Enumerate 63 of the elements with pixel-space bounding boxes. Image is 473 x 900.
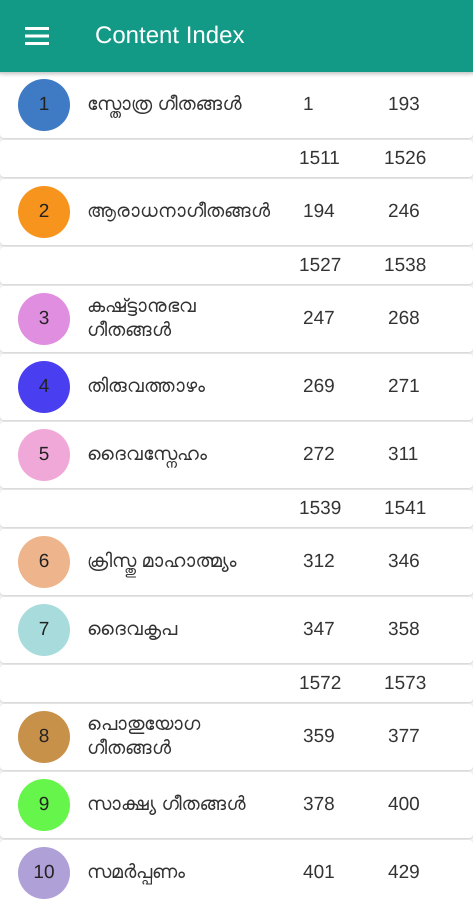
- start-number: 1527: [299, 254, 342, 276]
- number-badge: 6: [18, 536, 70, 588]
- category-row[interactable]: 5 ദൈവസ്നേഹം 272 311: [0, 422, 473, 488]
- end-number: 400: [388, 794, 421, 816]
- category-title: കഷ്ട്ടാനുഭവ ഗീതങ്ങൾ: [87, 295, 197, 343]
- number-badge: 4: [18, 361, 70, 413]
- end-number: 377: [388, 726, 421, 748]
- start-number: 401: [303, 862, 336, 884]
- start-number: 359: [303, 726, 336, 748]
- range-row[interactable]: 1527 1538: [0, 247, 473, 284]
- category-title: തിരുവത്താഴം: [87, 375, 206, 399]
- end-number: 429: [388, 862, 421, 884]
- category-title: ദൈവകൃപ: [87, 618, 178, 642]
- category-title: സാക്ഷ്യ ഗീതങ്ങൾ: [87, 793, 246, 817]
- start-number: 194: [303, 201, 336, 223]
- start-number: 269: [303, 376, 336, 398]
- end-number: 246: [388, 201, 421, 223]
- start-number: 1: [303, 94, 315, 116]
- start-number: 1572: [299, 672, 342, 694]
- start-number: 1539: [299, 498, 342, 520]
- end-number: 1573: [384, 672, 428, 694]
- number-badge: 3: [18, 293, 70, 345]
- end-number: 271: [388, 376, 421, 398]
- category-title: ആരാധനാഗീതങ്ങൾ: [87, 200, 271, 224]
- category-row[interactable]: 1 സ്തോത്ര ഗീതങ്ങൾ 1 193: [0, 72, 473, 138]
- start-number: 1511: [299, 148, 341, 170]
- category-title: സ്തോത്ര ഗീതങ്ങൾ: [87, 93, 277, 117]
- start-number: 247: [303, 308, 336, 330]
- category-row[interactable]: 6 ക്രിസ്തു മാഹാത്മ്യം 312 346: [0, 529, 473, 595]
- category-title: ദൈവസ്നേഹം: [87, 443, 277, 467]
- start-number: 378: [303, 794, 336, 816]
- number-badge: 5: [18, 429, 70, 481]
- end-number: 346: [388, 551, 421, 573]
- menu-icon[interactable]: [25, 27, 49, 45]
- number-badge: 9: [18, 779, 70, 831]
- category-row[interactable]: 4 തിരുവത്താഴം 269 271: [0, 354, 473, 420]
- end-number: 193: [388, 94, 421, 116]
- category-row[interactable]: 3 കഷ്ട്ടാനുഭവ ഗീതങ്ങൾ 247 268: [0, 286, 473, 352]
- number-badge: 2: [18, 186, 70, 238]
- category-title: പൊതുയോഗ ഗീതങ്ങൾ: [87, 713, 202, 761]
- category-row[interactable]: 8 പൊതുയോഗ ഗീതങ്ങൾ 359 377: [0, 704, 473, 770]
- end-number: 268: [388, 308, 421, 330]
- start-number: 272: [303, 444, 336, 466]
- app-title: Content Index: [95, 22, 244, 50]
- end-number: 1526: [384, 148, 428, 170]
- category-title: സമർപ്പണം: [87, 861, 186, 885]
- category-row[interactable]: 7 ദൈവകൃപ 347 358: [0, 597, 473, 663]
- category-row[interactable]: 2 ആരാധനാഗീതങ്ങൾ 194 246: [0, 179, 473, 245]
- number-badge: 7: [18, 604, 70, 656]
- range-row[interactable]: 1511 1526: [0, 140, 473, 177]
- end-number: 1541: [384, 498, 428, 520]
- end-number: 1538: [384, 254, 428, 276]
- category-row[interactable]: 10 സമർപ്പണം 401 429: [0, 840, 473, 900]
- end-number: 358: [388, 619, 421, 641]
- number-badge: 10: [18, 847, 70, 899]
- number-badge: 8: [18, 711, 70, 763]
- range-row[interactable]: 1572 1573: [0, 665, 473, 702]
- start-number: 347: [303, 619, 336, 641]
- end-number: 311: [388, 444, 420, 466]
- range-row[interactable]: 1539 1541: [0, 490, 473, 527]
- category-row[interactable]: 9 സാക്ഷ്യ ഗീതങ്ങൾ 378 400: [0, 772, 473, 838]
- number-badge: 1: [18, 79, 70, 131]
- start-number: 312: [303, 551, 336, 573]
